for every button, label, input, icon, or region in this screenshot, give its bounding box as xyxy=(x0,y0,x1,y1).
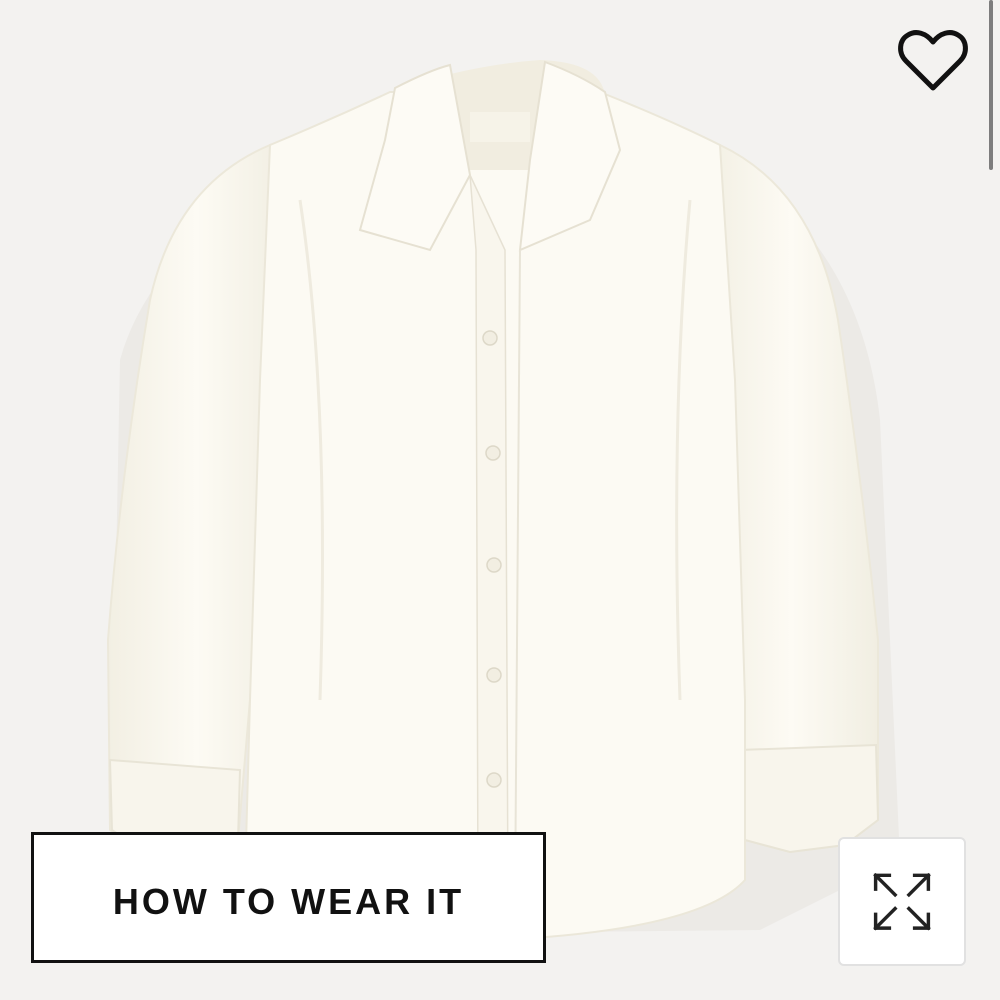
expand-arrows-icon xyxy=(873,872,931,931)
how-to-wear-label: HOW TO WEAR IT xyxy=(112,880,465,922)
expand-image-button[interactable] xyxy=(838,837,966,966)
heart-outline-icon xyxy=(898,30,968,91)
product-image-viewer: HOW TO WEAR IT xyxy=(0,0,1000,1000)
scrollbar[interactable] xyxy=(989,0,993,170)
how-to-wear-button[interactable]: HOW TO WEAR IT xyxy=(31,832,546,963)
favorite-button[interactable] xyxy=(896,28,970,94)
